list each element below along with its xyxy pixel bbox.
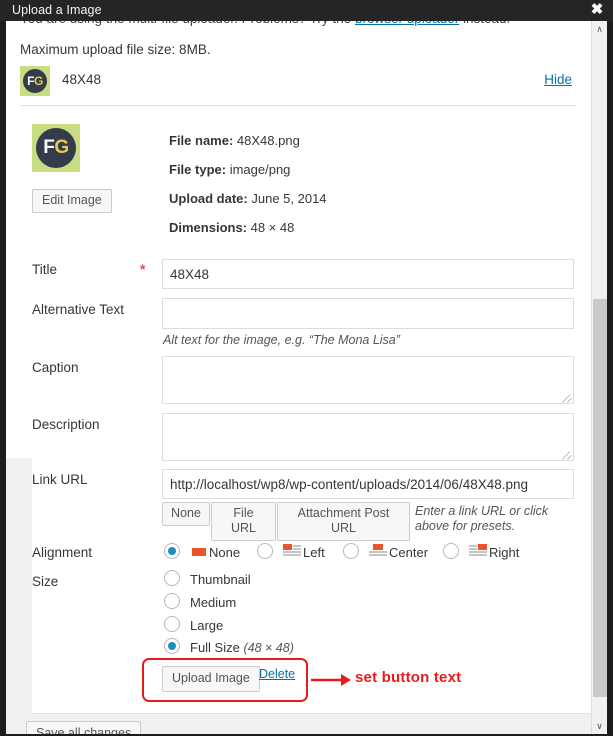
size-radio-thumbnail[interactable] [164,570,180,586]
logo-text-large: FG [32,124,80,172]
left-gutter [6,458,32,713]
meta-dimensions-label: Dimensions: [169,220,248,235]
uploader-notice: You are using the multi-file uploader. P… [20,21,510,26]
alt-text-helper: Alt text for the image, e.g. “The Mona L… [163,333,400,347]
link-url-input[interactable] [162,469,574,499]
meta-file-name-value: 48X48.png [236,133,300,148]
align-right-icon [469,544,489,558]
size-full-size-dims: (48 × 48) [243,641,294,655]
save-all-changes-button[interactable]: Save all changes [26,721,142,734]
media-item-header: FG 48X48 Hide [20,66,576,106]
media-item-title: 48X48 [62,72,102,87]
title-input[interactable] [162,259,574,289]
hide-link[interactable]: Hide [544,72,572,87]
window-title: Upload a Image [12,3,102,17]
logo-letter-f-large: F [43,137,55,158]
link-url-label: Link URL [32,472,88,487]
caption-label: Caption [32,360,79,375]
alignment-radio-right[interactable] [443,543,459,559]
link-preset-none-button[interactable]: None [162,502,210,526]
size-label-full-size-text: Full Size [190,640,240,655]
meta-upload-date-label: Upload date: [169,191,248,206]
browser-uploader-link[interactable]: browser uploader [355,21,459,26]
close-icon[interactable]: ✖ [588,1,606,19]
description-textarea[interactable] [162,413,574,461]
vertical-scrollbar[interactable]: ∧ ∨ [591,21,607,734]
size-label-large[interactable]: Large [190,618,223,633]
media-preview-image: FG [32,124,80,172]
scroll-up-icon[interactable]: ∧ [592,21,607,37]
meta-dimensions-value: 48 × 48 [250,220,295,235]
size-label: Size [32,574,59,589]
link-preset-file-url-button[interactable]: File URL [211,502,276,541]
uploader-notice-before: You are using the multi-file uploader. P… [20,21,355,26]
annotation-text: set button text [355,669,462,686]
window-titlebar: Upload a Image ✖ [0,0,613,21]
alt-text-input[interactable] [162,298,574,329]
alignment-radio-none[interactable] [164,543,180,559]
alignment-label-right[interactable]: Right [489,545,519,560]
alignment-label-none[interactable]: None [209,545,240,560]
delete-link[interactable]: Delete [259,667,295,681]
meta-file-type: File type: image/png [169,162,569,177]
scroll-down-icon[interactable]: ∨ [592,718,607,734]
meta-file-type-label: File type: [169,162,227,177]
upload-image-dialog: Upload a Image ✖ You are using the multi… [0,0,613,736]
logo-letter-f: F [27,74,34,88]
media-thumbnail-small: FG [20,66,50,96]
size-label-thumbnail[interactable]: Thumbnail [190,572,251,587]
max-upload-size: Maximum upload file size: 8MB. [20,42,211,57]
meta-file-name-label: File name: [169,133,234,148]
alignment-radio-left[interactable] [257,543,273,559]
logo-letter-g: G [34,74,43,88]
size-radio-medium[interactable] [164,593,180,609]
meta-upload-date: Upload date: June 5, 2014 [169,191,569,206]
alignment-radio-center[interactable] [343,543,359,559]
size-label-medium[interactable]: Medium [190,595,236,610]
title-required-marker: * [140,261,146,277]
scroll-viewport: You are using the multi-file uploader. P… [6,21,591,734]
dialog-frame: You are using the multi-file uploader. P… [6,21,607,734]
link-url-helper-line1: Enter a link URL or click [415,504,549,518]
alignment-label-left[interactable]: Left [303,545,325,560]
uploader-notice-after: instead. [459,21,510,26]
description-label: Description [32,417,100,432]
media-metadata: File name: 48X48.png File type: image/pn… [169,133,569,249]
annotation-arrow-icon [311,671,351,689]
link-url-helper-line2: above for presets. [415,519,516,533]
title-label: Title [32,262,58,277]
scrollbar-thumb[interactable] [593,299,607,697]
bottom-divider [32,713,591,714]
align-left-icon [283,544,303,558]
size-radio-full-size[interactable] [164,638,180,654]
alt-text-label: Alternative Text [32,302,125,317]
size-label-full-size[interactable]: Full Size (48 × 48) [190,640,294,655]
meta-file-name: File name: 48X48.png [169,133,569,148]
align-center-icon [369,544,389,558]
alignment-label-center[interactable]: Center [389,545,428,560]
link-preset-attachment-url-button[interactable]: Attachment Post URL [277,502,410,541]
alignment-label: Alignment [32,545,93,560]
meta-upload-date-value: June 5, 2014 [251,191,327,206]
size-radio-large[interactable] [164,616,180,632]
meta-dimensions: Dimensions: 48 × 48 [169,220,569,235]
upload-image-button[interactable]: Upload Image [162,666,260,692]
logo-letter-g-large: G [54,137,69,158]
caption-textarea[interactable] [162,356,574,404]
edit-image-button[interactable]: Edit Image [32,189,112,213]
logo-text: FG [20,66,50,96]
align-none-icon [191,546,211,560]
meta-file-type-value: image/png [229,162,291,177]
